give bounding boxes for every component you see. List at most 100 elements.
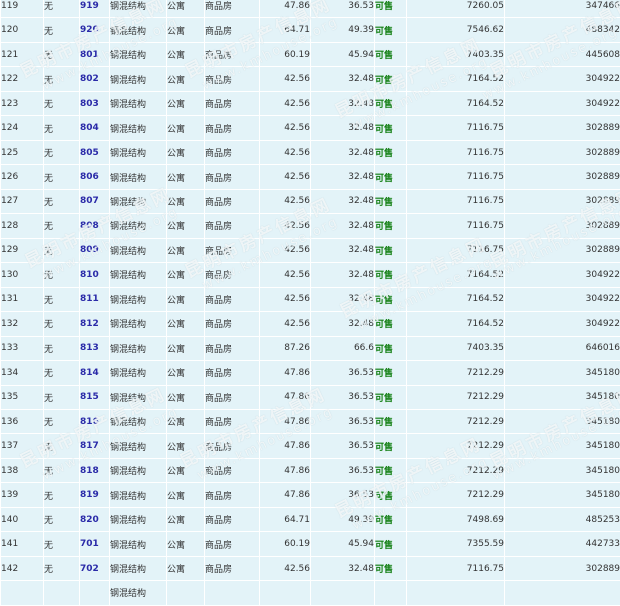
table-row: 123无803钢混结构公寓商品房42.5632.48可售7164.5230492…: [1, 91, 620, 115]
table-row: 141无701钢混结构公寓商品房60.1945.94可售7355.5944273…: [1, 532, 620, 556]
room-number-cell[interactable]: 803: [80, 91, 110, 115]
floor-note-cell: [44, 581, 80, 605]
table-row: 136无816钢混结构公寓商品房47.8636.53可售7212.2934518…: [1, 409, 620, 433]
room-number-cell[interactable]: 820: [80, 507, 110, 531]
unit-price-cell: 7116.75: [407, 189, 505, 213]
room-number-cell[interactable]: 810: [80, 263, 110, 287]
room-number-cell[interactable]: 805: [80, 140, 110, 164]
structure-type-cell: 钢混结构: [110, 434, 167, 458]
building-area-cell: 64.71: [260, 507, 311, 531]
floor-note-cell: 无: [44, 532, 80, 556]
usage-type-cell: 公寓: [167, 409, 205, 433]
building-area-cell: 60.19: [260, 42, 311, 66]
floor-note-cell: 无: [44, 189, 80, 213]
room-number-cell[interactable]: 919: [80, 0, 110, 18]
sale-status-cell: 可售: [375, 483, 407, 507]
table-row: 124无804钢混结构公寓商品房42.5632.48可售7116.7530288…: [1, 116, 620, 140]
inner-area-cell: 32.48: [311, 214, 375, 238]
unit-price-cell: 7116.75: [407, 116, 505, 140]
building-area-cell: [260, 581, 311, 605]
room-number-cell[interactable]: [80, 581, 110, 605]
structure-type-cell: 钢混结构: [110, 532, 167, 556]
row-number-cell: 130: [1, 263, 44, 287]
structure-type-cell: 钢混结构: [110, 556, 167, 580]
unit-price-cell: 7212.29: [407, 483, 505, 507]
unit-price-cell: 7164.52: [407, 312, 505, 336]
sale-status-cell: 可售: [375, 458, 407, 482]
floor-note-cell: 无: [44, 116, 80, 140]
unit-price-cell: 7403.35: [407, 336, 505, 360]
sale-status-cell: 可售: [375, 67, 407, 91]
usage-type-cell: 公寓: [167, 263, 205, 287]
unit-price-cell: 7164.52: [407, 263, 505, 287]
inner-area-cell: 32.48: [311, 238, 375, 262]
table-row: 127无807钢混结构公寓商品房42.5632.48可售7116.7530288…: [1, 189, 620, 213]
inner-area-cell: 32.48: [311, 556, 375, 580]
row-number-cell: 124: [1, 116, 44, 140]
structure-type-cell: 钢混结构: [110, 67, 167, 91]
room-number-cell[interactable]: 802: [80, 67, 110, 91]
room-number-cell[interactable]: 816: [80, 409, 110, 433]
row-number-cell: 127: [1, 189, 44, 213]
structure-type-cell: 钢混结构: [110, 238, 167, 262]
total-price-cell: [505, 581, 620, 605]
row-number-cell: 121: [1, 42, 44, 66]
table-row: 139无819钢混结构公寓商品房47.8636.53可售7212.2934518…: [1, 483, 620, 507]
structure-type-cell: 钢混结构: [110, 483, 167, 507]
inner-area-cell: 32.48: [311, 67, 375, 91]
total-price-cell: 302889: [505, 238, 620, 262]
room-number-cell[interactable]: 801: [80, 42, 110, 66]
inner-area-cell: 32.48: [311, 263, 375, 287]
room-number-cell[interactable]: 813: [80, 336, 110, 360]
building-area-cell: 47.86: [260, 385, 311, 409]
building-area-cell: 42.56: [260, 140, 311, 164]
sale-status-cell: 可售: [375, 18, 407, 42]
house-type-cell: 商品房: [205, 263, 260, 287]
room-number-cell[interactable]: 807: [80, 189, 110, 213]
room-number-cell[interactable]: 702: [80, 556, 110, 580]
house-type-cell: 商品房: [205, 165, 260, 189]
row-number-cell: 138: [1, 458, 44, 482]
inner-area-cell: 36.53: [311, 361, 375, 385]
unit-price-cell: 7116.75: [407, 214, 505, 238]
total-price-cell: 302889: [505, 165, 620, 189]
room-number-cell[interactable]: 809: [80, 238, 110, 262]
total-price-cell: 442733: [505, 532, 620, 556]
room-number-cell[interactable]: 811: [80, 287, 110, 311]
room-number-cell[interactable]: 819: [80, 483, 110, 507]
structure-type-cell: 钢混结构: [110, 507, 167, 531]
table-row: 126无806钢混结构公寓商品房42.5632.48可售7116.7530288…: [1, 165, 620, 189]
inner-area-cell: 36.53: [311, 434, 375, 458]
house-type-cell: 商品房: [205, 434, 260, 458]
usage-type-cell: 公寓: [167, 18, 205, 42]
structure-type-cell: 钢混结构: [110, 263, 167, 287]
usage-type-cell: 公寓: [167, 238, 205, 262]
table-row: 134无814钢混结构公寓商品房47.8636.53可售7212.2934518…: [1, 361, 620, 385]
house-type-cell: 商品房: [205, 336, 260, 360]
table-row: 138无818钢混结构公寓商品房47.8636.53可售7212.2934518…: [1, 458, 620, 482]
room-number-cell[interactable]: 701: [80, 532, 110, 556]
unit-price-cell: 7164.52: [407, 91, 505, 115]
room-number-cell[interactable]: 817: [80, 434, 110, 458]
usage-type-cell: 公寓: [167, 483, 205, 507]
room-number-cell[interactable]: 814: [80, 361, 110, 385]
room-number-cell[interactable]: 812: [80, 312, 110, 336]
usage-type-cell: 公寓: [167, 458, 205, 482]
room-number-cell[interactable]: 808: [80, 214, 110, 238]
room-number-cell[interactable]: 920: [80, 18, 110, 42]
structure-type-cell: 钢混结构: [110, 581, 167, 605]
unit-price-cell: 7164.52: [407, 287, 505, 311]
room-number-cell[interactable]: 804: [80, 116, 110, 140]
structure-type-cell: 钢混结构: [110, 140, 167, 164]
room-number-cell[interactable]: 806: [80, 165, 110, 189]
sale-status-cell: 可售: [375, 0, 407, 18]
unit-price-cell: 7260.05: [407, 0, 505, 18]
floor-note-cell: 无: [44, 238, 80, 262]
total-price-cell: 345180: [505, 361, 620, 385]
house-type-cell: 商品房: [205, 18, 260, 42]
room-number-cell[interactable]: 818: [80, 458, 110, 482]
room-number-cell[interactable]: 815: [80, 385, 110, 409]
floor-note-cell: 无: [44, 483, 80, 507]
house-type-cell: 商品房: [205, 556, 260, 580]
sale-status-cell: 可售: [375, 336, 407, 360]
